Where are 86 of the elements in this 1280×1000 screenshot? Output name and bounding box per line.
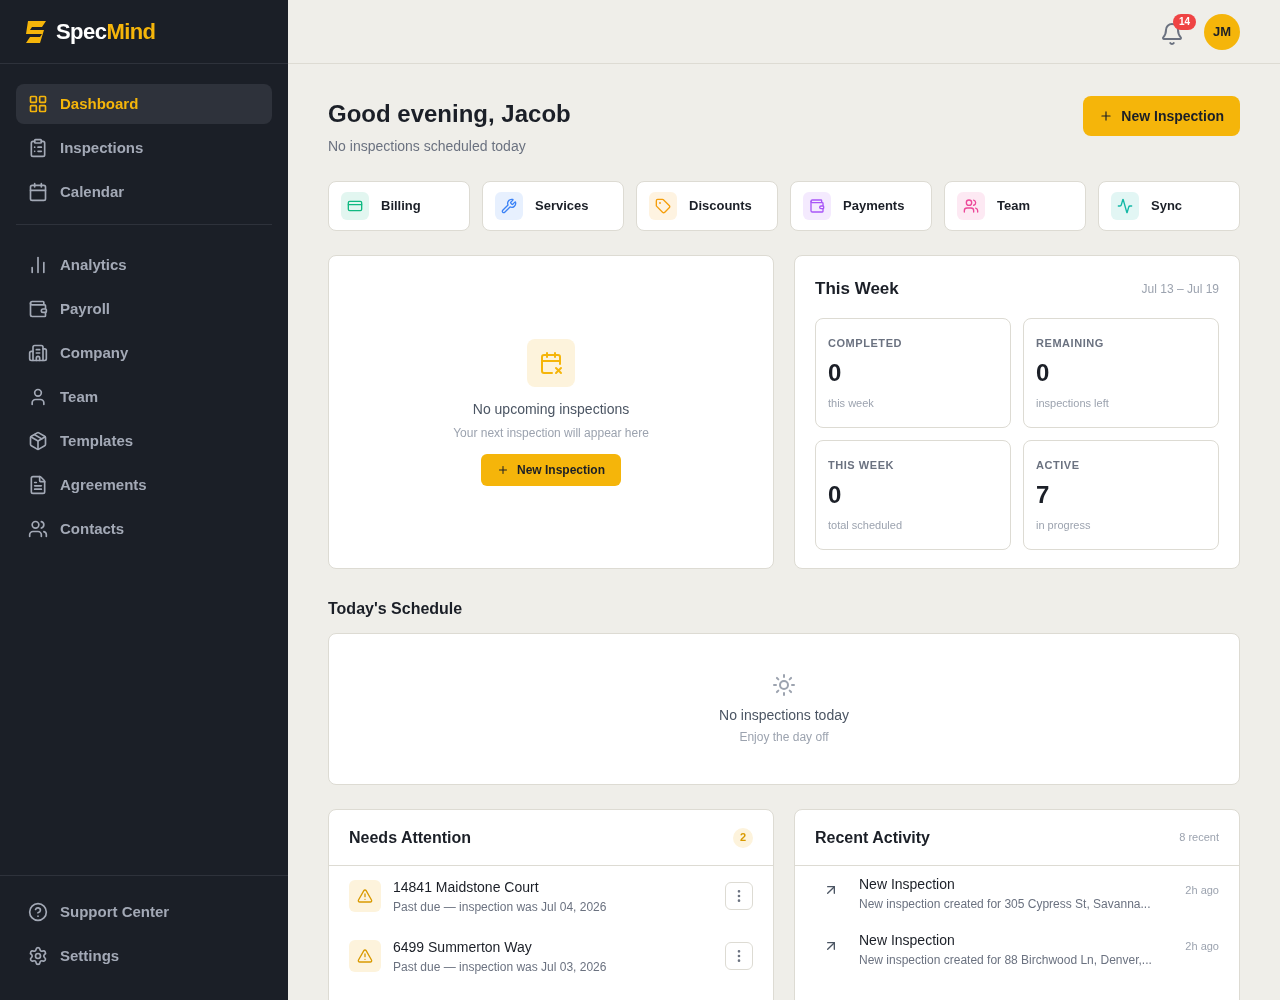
address: 14841 Maidstone Court bbox=[393, 877, 540, 897]
sidebar-item[interactable]: Inspections bbox=[16, 128, 272, 168]
activity-time: 2h ago bbox=[1185, 939, 1219, 954]
greeting-title: Good evening, Jacob bbox=[328, 99, 571, 129]
new-inspection-button[interactable]: New Inspection bbox=[1083, 96, 1240, 136]
settings-icon bbox=[28, 946, 48, 966]
quick-action-button[interactable]: Team bbox=[944, 181, 1086, 231]
empty-title: No upcoming inspections bbox=[472, 399, 630, 419]
stat-label: COMPLETED bbox=[828, 335, 903, 351]
tag-icon bbox=[655, 198, 671, 214]
past-due-note: Past due — inspection was Jul 04, 2026 bbox=[393, 898, 608, 916]
wrench-icon bbox=[501, 198, 517, 214]
activity-title: New Inspection bbox=[859, 875, 956, 894]
past-due-note: Past due — inspection was Jul 03, 2026 bbox=[393, 958, 608, 976]
more-button[interactable] bbox=[725, 882, 753, 910]
sidebar-item[interactable]: Dashboard bbox=[16, 84, 272, 124]
users-icon bbox=[963, 198, 979, 214]
notification-badge: 14 bbox=[1172, 13, 1196, 30]
stat-label: ACTIVE bbox=[1036, 457, 1081, 473]
sidebar-item[interactable]: Templates bbox=[16, 421, 272, 461]
sidebar-item[interactable]: Contacts bbox=[16, 509, 272, 549]
sidebar-item[interactable]: Payroll bbox=[16, 289, 272, 329]
quick-action-button[interactable]: Discounts bbox=[636, 181, 778, 231]
brand-name: SpecMind bbox=[56, 18, 156, 46]
plus-icon bbox=[497, 463, 509, 476]
help-icon bbox=[28, 902, 48, 922]
sidebar-item[interactable]: Calendar bbox=[16, 172, 272, 212]
address: 6499 Summerton Way bbox=[393, 937, 533, 957]
new-inspection-button[interactable]: New Inspection bbox=[481, 453, 621, 486]
card-icon bbox=[347, 198, 363, 214]
users-icon bbox=[28, 519, 48, 539]
user-avatar[interactable]: JM bbox=[1204, 13, 1240, 50]
pulse-icon bbox=[1117, 198, 1133, 214]
sidebar-item[interactable]: Support Center bbox=[16, 892, 272, 932]
wallet-icon bbox=[809, 198, 825, 214]
empty-title: No inspections today bbox=[719, 705, 849, 725]
greeting-subtitle: No inspections scheduled today bbox=[328, 137, 527, 156]
activity-detail: New inspection created for 305 Cypress St, Savanna... bbox=[859, 896, 1152, 913]
stat-label: REMAINING bbox=[1036, 335, 1105, 351]
activity-count: 8 recent bbox=[1179, 830, 1219, 846]
sidebar-item[interactable]: Agreements bbox=[16, 465, 272, 505]
sidebar-item[interactable]: Company bbox=[16, 333, 272, 373]
activity-detail: New inspection created for 88 Birchwood Ln, Denver,... bbox=[859, 952, 1153, 969]
warning-icon bbox=[357, 888, 373, 904]
stat-note: total scheduled bbox=[828, 518, 903, 533]
stat-note: in progress bbox=[1036, 518, 1092, 533]
building-icon bbox=[28, 343, 48, 363]
sidebar-item[interactable]: Team bbox=[16, 377, 272, 417]
sidebar-item[interactable]: Analytics bbox=[16, 245, 272, 285]
more-button[interactable] bbox=[725, 942, 753, 970]
activity-title: New Inspection bbox=[859, 931, 956, 950]
quick-action-button[interactable]: Sync bbox=[1098, 181, 1240, 231]
count-badge: 2 bbox=[733, 827, 753, 848]
stat-label: THIS WEEK bbox=[828, 457, 896, 473]
notifications-button[interactable]: 14 bbox=[1160, 13, 1196, 46]
stat-value: 0 bbox=[828, 358, 843, 388]
empty-subtitle: Your next inspection will appear here bbox=[453, 424, 649, 442]
warning-icon bbox=[357, 948, 373, 964]
stat-note: inspections left bbox=[1036, 396, 1110, 411]
box-icon bbox=[28, 431, 48, 451]
grid-icon bbox=[28, 94, 48, 114]
empty-subtitle: Enjoy the day off bbox=[739, 728, 829, 746]
bar-chart-icon bbox=[28, 255, 48, 275]
stat-note: this week bbox=[828, 396, 875, 411]
quick-action-button[interactable]: Billing bbox=[328, 181, 470, 231]
user-icon bbox=[28, 387, 48, 407]
sidebar-item[interactable]: Settings bbox=[16, 936, 272, 976]
clipboard-icon bbox=[28, 138, 48, 158]
card-title: Needs Attention bbox=[349, 827, 472, 848]
section-title: Today's Schedule bbox=[328, 599, 464, 619]
stat-value: 7 bbox=[1036, 480, 1051, 510]
calendar-icon bbox=[28, 182, 48, 202]
date-range: Jul 13 – Jul 19 bbox=[1141, 280, 1219, 298]
quick-action-button[interactable]: Payments bbox=[790, 181, 932, 231]
wallet-icon bbox=[28, 299, 48, 319]
plus-icon bbox=[1099, 109, 1114, 123]
document-icon bbox=[28, 475, 48, 495]
stat-value: 0 bbox=[828, 480, 843, 510]
calendar-x-icon bbox=[539, 350, 563, 375]
quick-action-button[interactable]: Services bbox=[482, 181, 624, 231]
card-title: This Week bbox=[815, 278, 899, 300]
stat-value: 0 bbox=[1036, 358, 1051, 388]
card-title: Recent Activity bbox=[815, 827, 930, 848]
activity-time: 2h ago bbox=[1185, 883, 1219, 898]
sun-icon bbox=[772, 672, 796, 697]
logo-icon bbox=[24, 20, 48, 43]
